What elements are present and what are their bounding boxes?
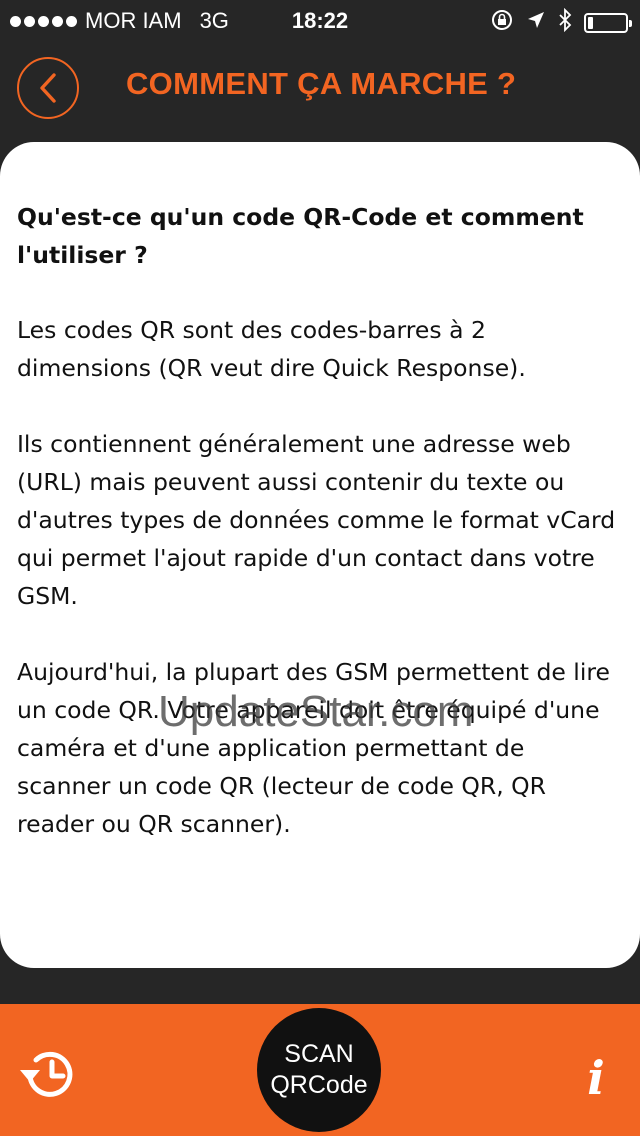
back-button[interactable] [17,57,79,119]
bottom-bar: SCAN QRCode i [0,1004,640,1136]
app-screen: MOR IAM 3G 18:22 COMMENT ÇA MARCHE ? Qu'… [0,0,640,1136]
scan-qrcode-button[interactable]: SCAN QRCode [257,1008,381,1132]
status-right [490,7,632,38]
battery-icon [584,13,632,33]
battery-level [588,17,594,29]
status-bar: MOR IAM 3G 18:22 [0,0,640,40]
scan-label-line1: SCAN [284,1040,354,1068]
paragraph-usage: Aujourd'hui, la plupart des GSM permette… [17,658,610,838]
info-icon: i [587,1051,605,1105]
scan-label-line2: QRCode [270,1071,368,1099]
rotation-lock-icon [490,8,514,38]
history-button[interactable] [16,1042,80,1106]
header: COMMENT ÇA MARCHE ? [0,50,640,130]
question-heading: Qu'est-ce qu'un code QR-Code et comment … [17,203,584,269]
paragraph-contents: Ils contiennent généralement une adresse… [17,430,616,610]
bluetooth-icon [558,7,572,38]
location-arrow-icon [526,10,546,36]
chevron-left-icon [40,73,56,103]
history-icon [20,1051,73,1097]
info-button[interactable]: i [574,1048,618,1108]
content-card: Qu'est-ce qu'un code QR-Code et comment … [0,142,640,968]
paragraph-definition: Les codes QR sont des codes-barres à 2 d… [17,316,526,382]
page-title: COMMENT ÇA MARCHE ? [126,66,517,101]
